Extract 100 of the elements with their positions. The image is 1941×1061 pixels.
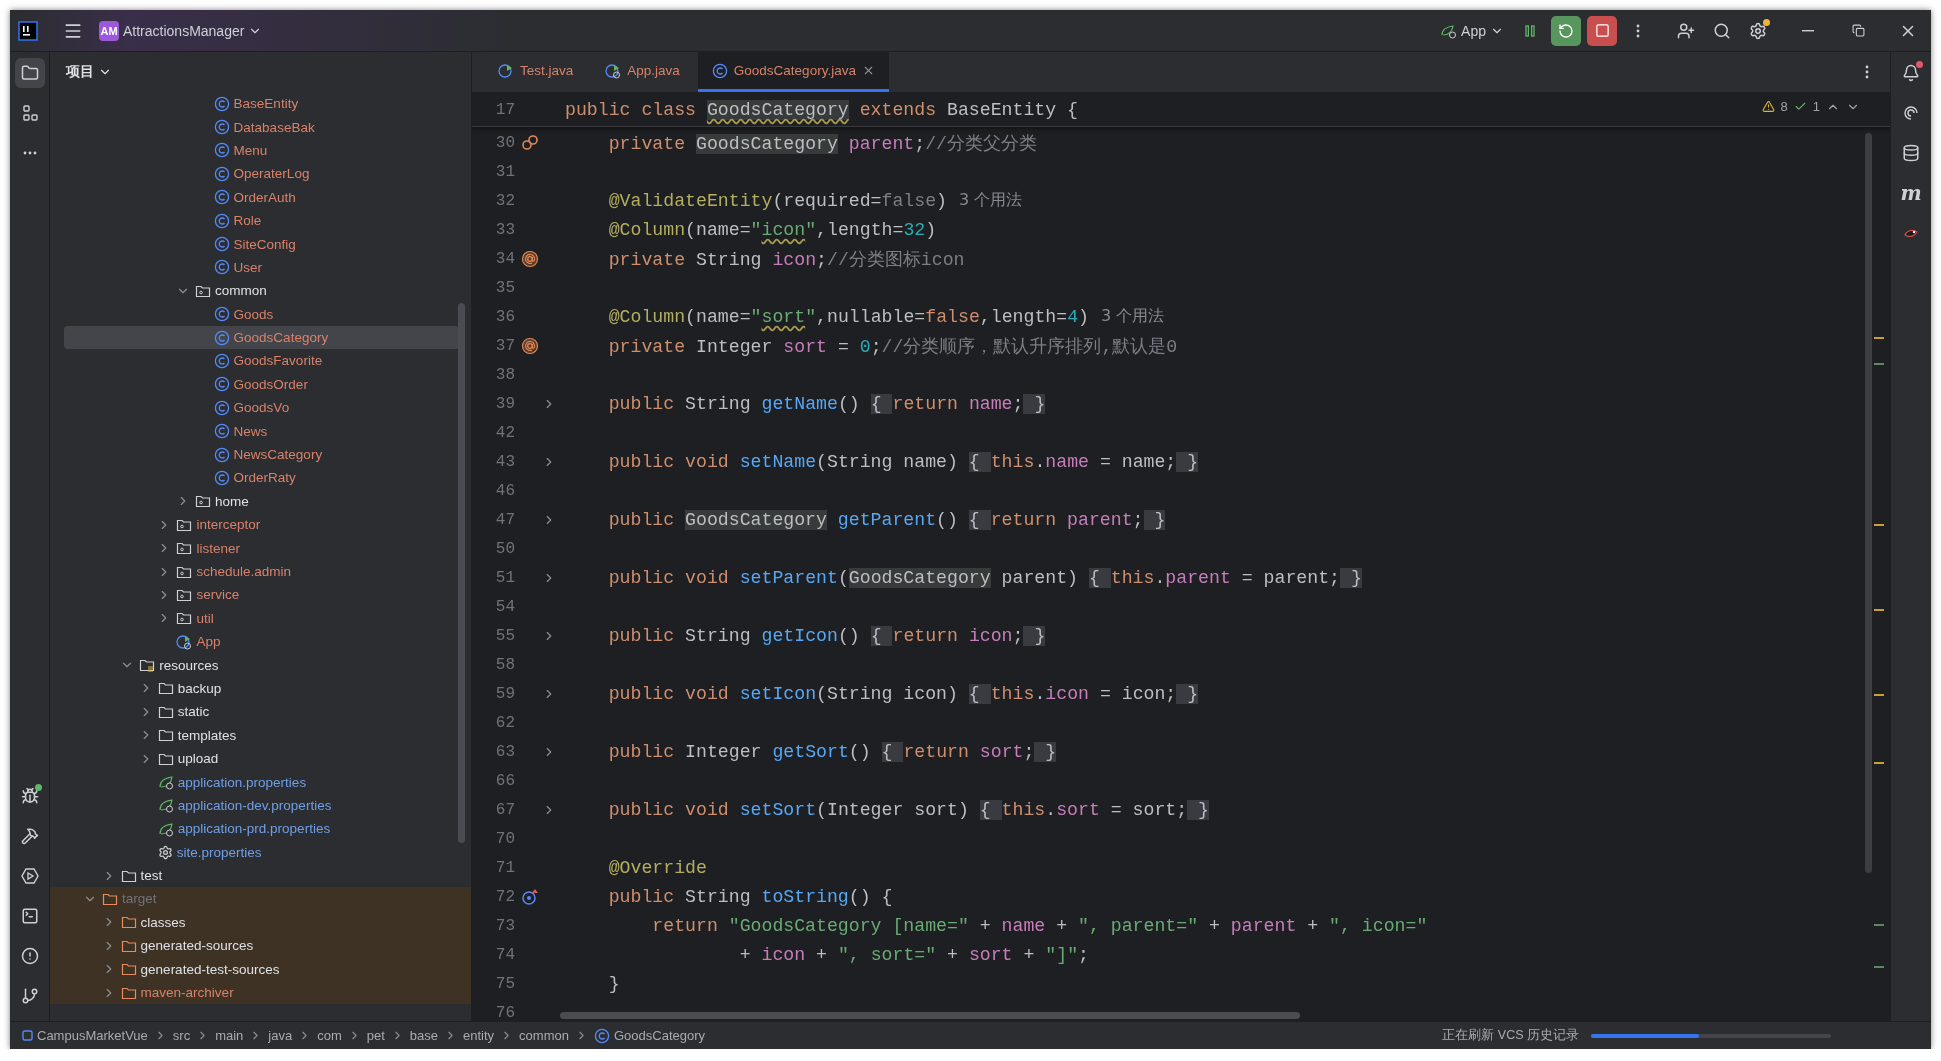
line-number: 72 — [494, 887, 515, 906]
tree-item[interactable]: upload — [64, 746, 459, 771]
tree-item[interactable]: GoodsCategory — [64, 325, 459, 350]
tree-item[interactable]: application-prd.properties — [64, 817, 459, 841]
tree-item[interactable]: templates — [64, 723, 459, 747]
tree-item[interactable]: GoodsVo — [64, 396, 459, 420]
tree-item[interactable]: Menu — [64, 138, 459, 163]
breadcrumb-item[interactable]: pet — [364, 1028, 387, 1043]
tree-item[interactable]: generated-test-sources — [50, 957, 471, 981]
tree-item[interactable]: interceptor — [64, 513, 459, 537]
at-sign-icon[interactable] — [521, 249, 539, 268]
scrollbar-thumb[interactable] — [1865, 133, 1872, 873]
tree-item[interactable]: BaseEntity — [64, 92, 459, 116]
tree-item[interactable]: NewsCategory — [64, 442, 459, 467]
breadcrumb-item[interactable]: base — [407, 1028, 441, 1043]
line-number: 62 — [494, 713, 515, 732]
warning-count: 8 — [1780, 99, 1788, 114]
editor-tab[interactable]: Test.java — [484, 52, 588, 92]
scrollbar-thumb[interactable] — [458, 303, 465, 843]
project-switcher[interactable]: AM AttractionsManager — [94, 15, 268, 46]
debug-icon — [20, 787, 39, 805]
tree-item[interactable]: GoodsOrder — [64, 372, 459, 397]
error-stripe-mark[interactable] — [1874, 923, 1884, 926]
tree-item[interactable]: SiteConfig — [64, 232, 459, 256]
breadcrumb-item[interactable]: src — [170, 1028, 193, 1043]
editor-tab[interactable]: App.java — [591, 52, 694, 92]
horizontal-scrollbar-thumb[interactable] — [560, 1012, 1300, 1019]
line-number: 37 — [494, 336, 515, 355]
tree-item[interactable]: OperaterLog — [64, 162, 459, 186]
maven-tool-button[interactable]: m — [1896, 178, 1926, 208]
tree-item[interactable]: application.properties — [64, 770, 459, 794]
class-icon — [213, 212, 230, 229]
line-number: 75 — [494, 974, 515, 993]
tree-item[interactable]: Goods — [64, 302, 459, 326]
code-line: public void setIcon(String icon) { this.icon = icon; } — [607, 683, 1199, 704]
tree-item[interactable]: home — [64, 489, 459, 514]
usage-hint: 3 个用法 — [1101, 306, 1165, 327]
tree-item[interactable]: site.properties — [64, 840, 459, 864]
breadcrumb-item[interactable]: entity — [461, 1028, 497, 1043]
tree-item[interactable]: maven-archiver — [50, 980, 471, 1005]
code-line: @ValidateEntity(required=false) — [607, 190, 948, 211]
stop-button[interactable] — [1587, 15, 1617, 46]
editor-tab[interactable]: GoodsCategory.java — [697, 52, 889, 92]
run-configuration-selector[interactable]: App — [1436, 15, 1509, 46]
line-number: 67 — [494, 800, 515, 819]
tree-item[interactable]: OrderRaty — [64, 466, 459, 490]
tree-item[interactable]: OrderAuth — [64, 185, 459, 209]
tree-item[interactable]: application-dev.properties — [64, 793, 459, 818]
error-stripe-mark[interactable] — [1874, 362, 1884, 365]
rerun-button[interactable] — [1551, 15, 1581, 46]
code-line: public Integer getSort() { return sort; } — [607, 741, 1057, 762]
folder-icon — [120, 961, 137, 978]
breadcrumb-item[interactable]: com — [315, 1028, 344, 1043]
tree-item[interactable]: GoodsFavorite — [64, 349, 459, 373]
project-tool-button[interactable] — [14, 58, 45, 88]
tree-item[interactable]: resources — [64, 653, 459, 677]
code-line: + icon + ", sort=" + sort + "]"; — [738, 944, 1089, 965]
tree-item[interactable]: listener — [64, 536, 459, 560]
line-number: 74 — [494, 945, 515, 964]
line-number: 35 — [494, 278, 515, 297]
tree-item[interactable]: News — [64, 419, 459, 443]
linked-rings-icon[interactable] — [521, 133, 539, 152]
code-line: @Column(name="sort",nullable=false,length=4) — [607, 306, 1089, 327]
breadcrumb-item[interactable]: java — [266, 1028, 295, 1043]
code-line: } — [607, 973, 620, 994]
code-line: @Override — [607, 857, 707, 878]
check-icon — [1793, 100, 1807, 113]
tree-item[interactable]: schedule.admin — [64, 559, 459, 584]
line-number: 32 — [494, 191, 515, 210]
tree-item[interactable]: util — [64, 606, 459, 630]
tree-item[interactable]: User — [64, 255, 459, 280]
class-icon — [213, 306, 230, 323]
tree-item[interactable]: App — [64, 630, 459, 654]
tree-item[interactable]: Role — [64, 208, 459, 233]
code-line: public String getName() { return name; } — [607, 393, 1046, 414]
line-number: 76 — [494, 1003, 515, 1021]
tree-item[interactable]: generated-sources — [50, 934, 471, 958]
minimize-icon — [1802, 29, 1814, 32]
line-number: 63 — [494, 742, 515, 761]
override-icon[interactable] — [521, 887, 539, 906]
line-number: 71 — [494, 858, 515, 877]
tree-item[interactable]: service — [64, 583, 459, 607]
tree-item[interactable]: classes — [50, 910, 471, 935]
tree-item[interactable]: static — [64, 700, 459, 724]
code-line: public void setName(String name) { this.name = name; } — [607, 451, 1199, 472]
class-icon — [213, 259, 230, 276]
at-sign-icon[interactable] — [521, 336, 539, 355]
tree-item[interactable]: test — [64, 863, 459, 888]
code-line: public String toString() { — [607, 886, 893, 907]
breadcrumb-item[interactable]: CampusMarketVue — [20, 1028, 150, 1043]
class-icon — [213, 236, 230, 253]
tree-item[interactable]: DatabaseBak — [64, 115, 459, 139]
tree-item[interactable]: common — [64, 279, 459, 303]
breadcrumb-item[interactable]: common — [517, 1028, 571, 1043]
breadcrumb-item[interactable]: GoodsCategory — [591, 1027, 708, 1044]
leaf-icon — [157, 774, 174, 790]
project-panel-title[interactable]: 项目 — [60, 62, 118, 82]
breadcrumb-item[interactable]: main — [213, 1028, 246, 1043]
line-number: 70 — [494, 829, 515, 848]
tree-item[interactable]: backup — [64, 676, 459, 701]
